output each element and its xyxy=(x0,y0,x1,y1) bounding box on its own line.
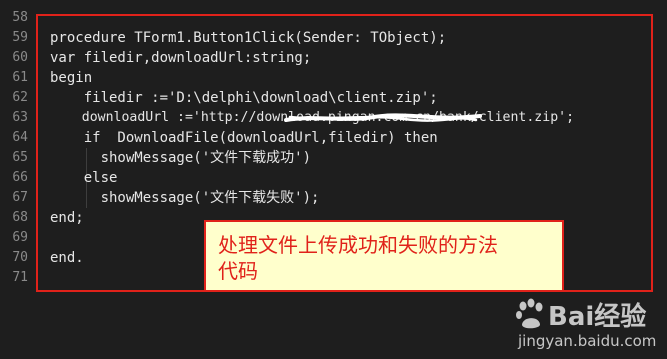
annotation-line-2: 代码 xyxy=(218,259,258,283)
baidu-watermark: Bai经验 jingyan.baidu.com xyxy=(514,294,664,356)
line-number-gutter: 58 59 60 61 62 63 64 65 66 67 68 69 70 7… xyxy=(0,0,30,359)
line-number: 64 xyxy=(12,130,28,145)
line-number: 62 xyxy=(12,90,28,105)
annotation-note: 处理文件上传成功和失败的方法 代码 xyxy=(204,220,564,292)
line-number: 67 xyxy=(12,190,28,205)
line-number: 66 xyxy=(12,170,28,185)
annotation-line-1: 处理文件上传成功和失败的方法 xyxy=(218,233,498,257)
line-number: 69 xyxy=(12,230,28,245)
line-number: 70 xyxy=(12,250,28,265)
line-number: 65 xyxy=(12,150,28,165)
paw-icon xyxy=(516,298,543,329)
line-number: 60 xyxy=(12,50,28,65)
line-number: 59 xyxy=(12,30,28,45)
line-number: 68 xyxy=(12,210,28,225)
watermark-brand: Bai经验 xyxy=(548,302,647,332)
line-number: 71 xyxy=(12,270,28,285)
line-number: 58 xyxy=(12,10,28,25)
line-number: 63 xyxy=(12,110,28,125)
watermark-url: jingyan.baidu.com xyxy=(518,332,657,350)
line-number: 61 xyxy=(12,70,28,85)
